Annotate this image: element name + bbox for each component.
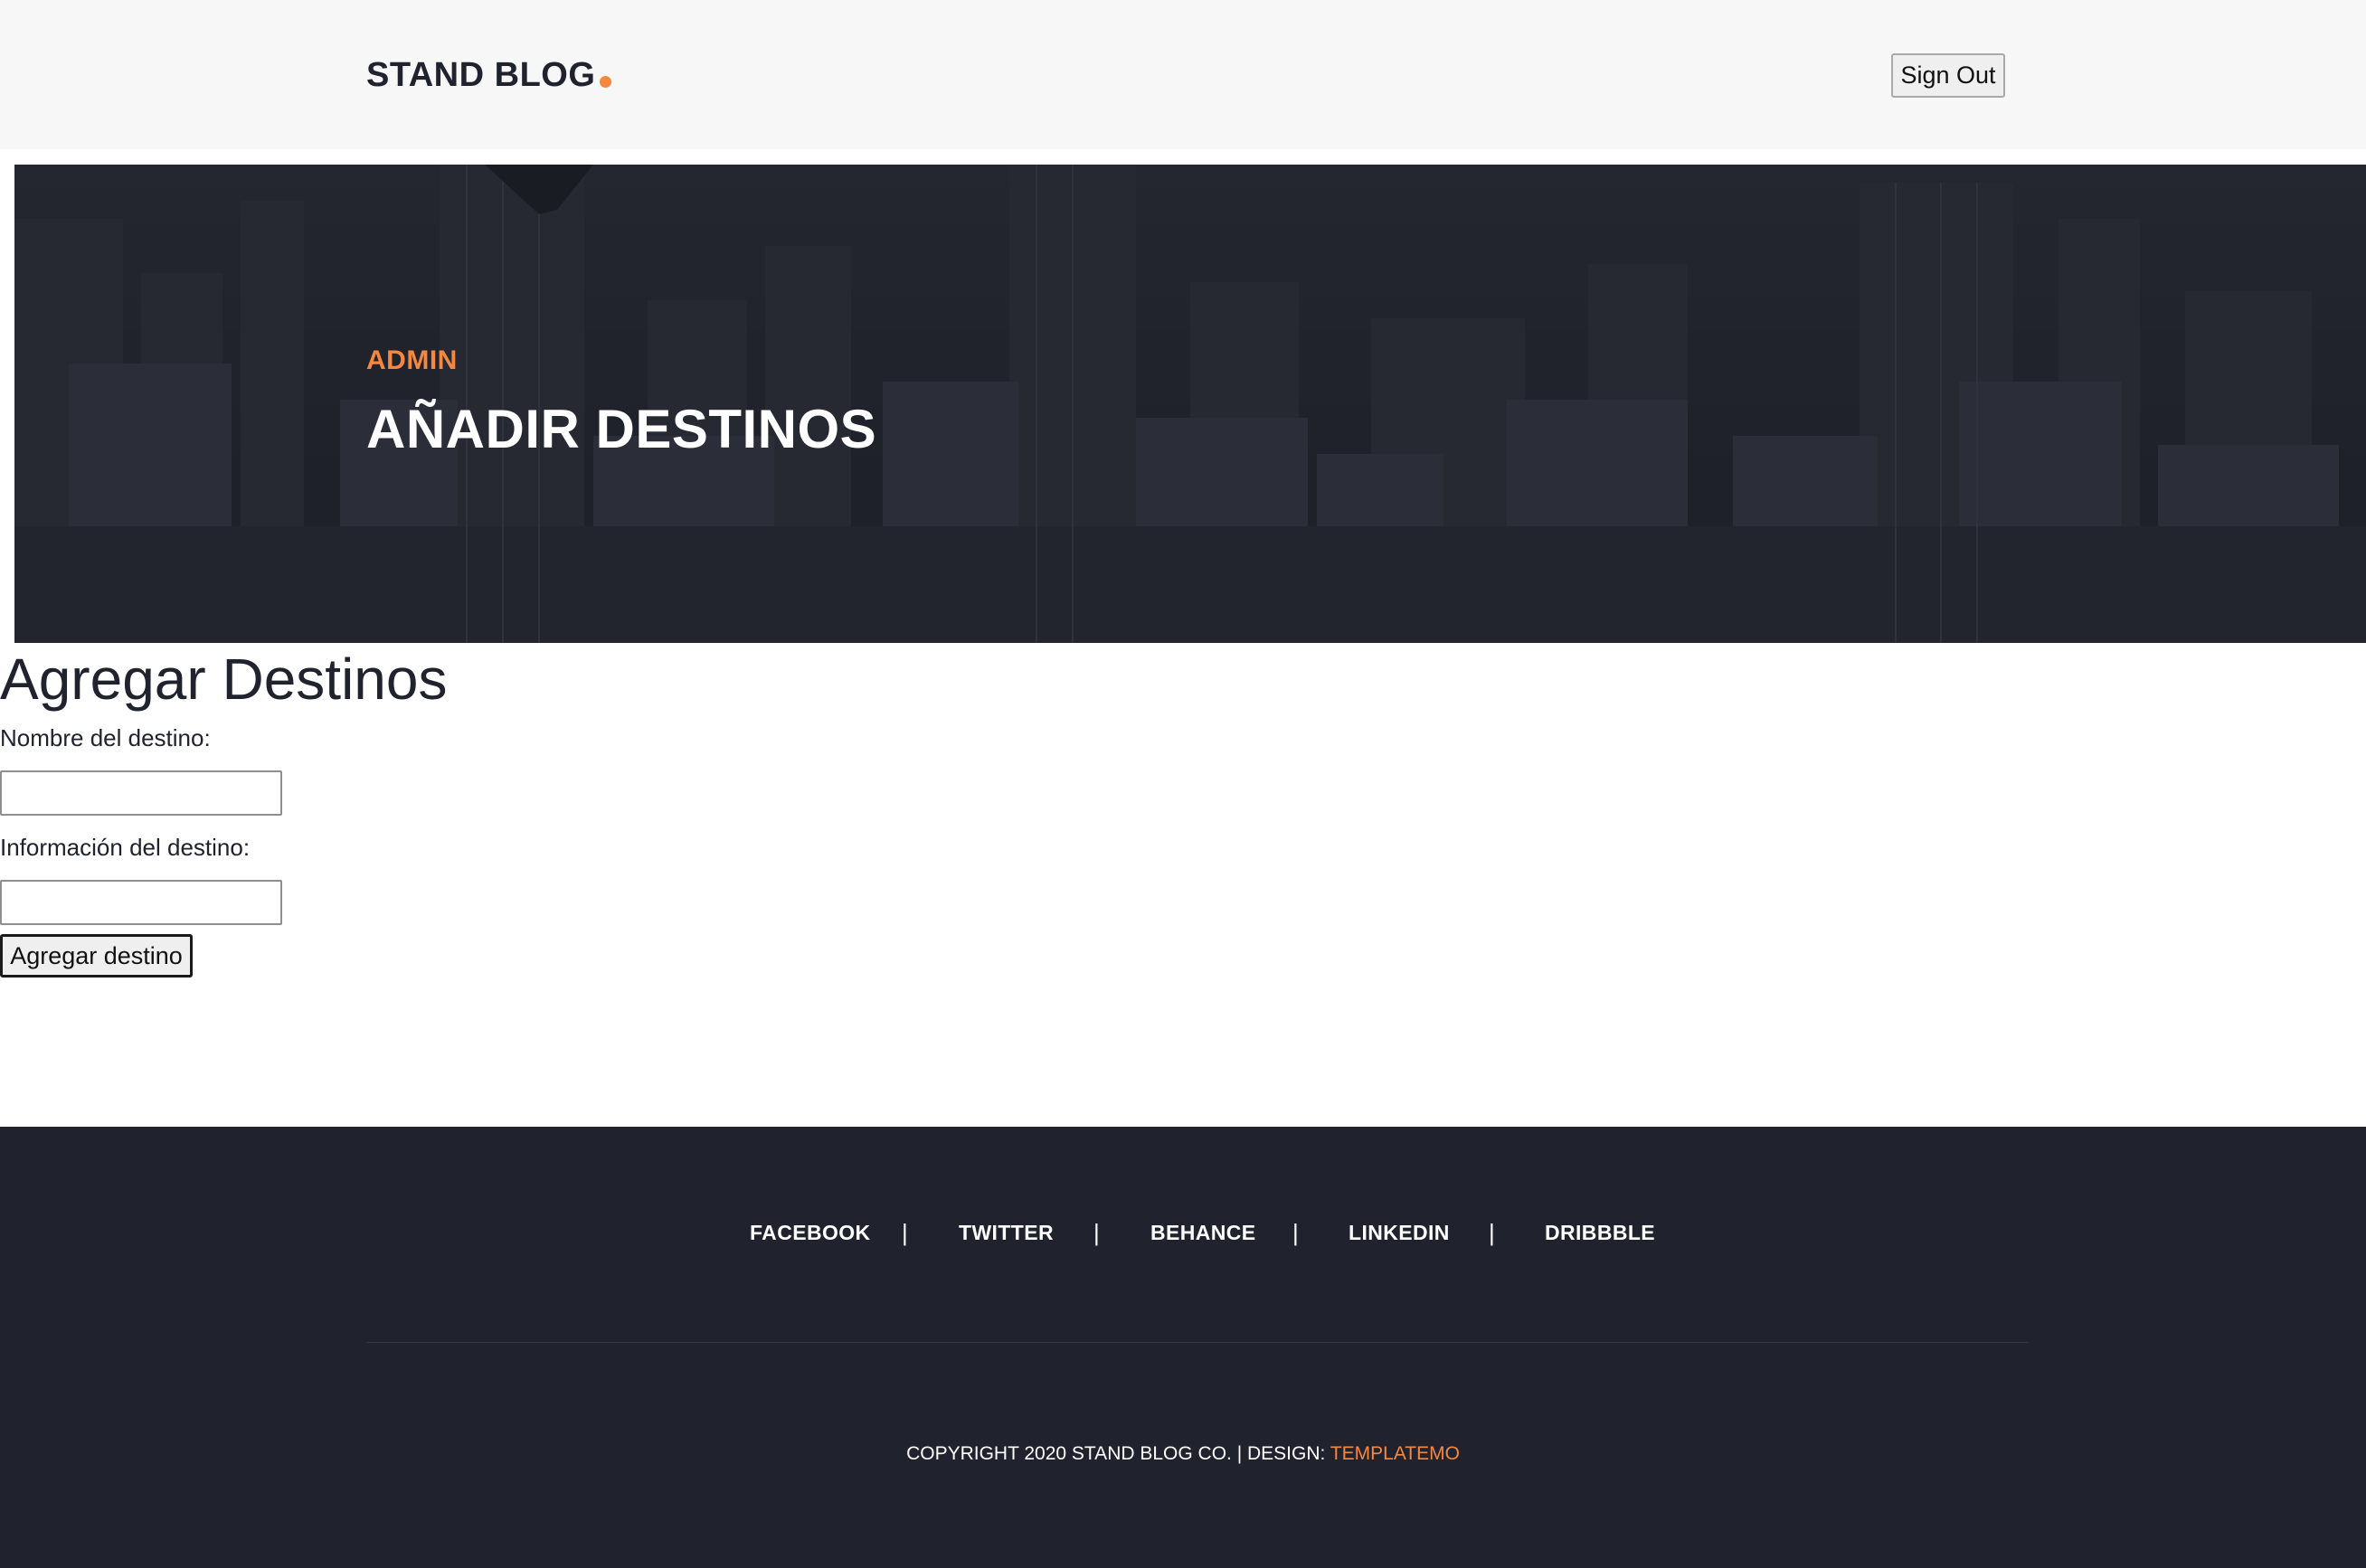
site-logo[interactable]: STAND BLOG	[366, 54, 612, 96]
social-separator: |	[1489, 1219, 1495, 1246]
copyright-text: COPYRIGHT 2020 STAND BLOG CO. | DESIGN: …	[0, 1443, 2366, 1465]
social-separator: |	[902, 1219, 908, 1246]
form-heading: Agregar Destinos	[0, 647, 448, 712]
destination-info-input[interactable]	[0, 880, 282, 925]
social-separator: |	[1292, 1219, 1299, 1246]
hero-kicker: ADMIN	[366, 345, 458, 375]
twitter-link[interactable]: TWITTER	[959, 1221, 1054, 1245]
linkedin-link[interactable]: LINKEDIN	[1349, 1221, 1450, 1245]
social-separator: |	[1093, 1219, 1100, 1246]
dribbble-link[interactable]: DRIBBBLE	[1545, 1221, 1655, 1245]
site-header: STAND BLOG Sign Out	[0, 0, 2366, 149]
destination-info-label: Información del destino:	[0, 834, 251, 861]
sign-out-button[interactable]: Sign Out	[1891, 53, 2005, 98]
site-footer: FACEBOOK | TWITTER | BEHANCE | LINKEDIN …	[0, 1127, 2366, 1568]
hero-title: AÑADIR DESTINOS	[366, 399, 877, 459]
logo-text: STAND BLOG	[366, 56, 596, 94]
destination-name-label: Nombre del destino:	[0, 724, 211, 751]
social-links: FACEBOOK | TWITTER | BEHANCE | LINKEDIN …	[0, 1219, 2366, 1257]
templatemo-link[interactable]: TEMPLATEMO	[1330, 1443, 1460, 1464]
behance-link[interactable]: BEHANCE	[1150, 1221, 1256, 1245]
logo-dot-icon	[600, 76, 612, 88]
copyright-label: COPYRIGHT 2020 STAND BLOG CO. | DESIGN:	[906, 1443, 1330, 1464]
footer-divider	[366, 1342, 2029, 1343]
hero-banner: ADMIN AÑADIR DESTINOS	[14, 165, 2366, 643]
add-destination-button[interactable]: Agregar destino	[0, 934, 193, 978]
facebook-link[interactable]: FACEBOOK	[750, 1221, 871, 1245]
destination-name-input[interactable]	[0, 770, 282, 816]
